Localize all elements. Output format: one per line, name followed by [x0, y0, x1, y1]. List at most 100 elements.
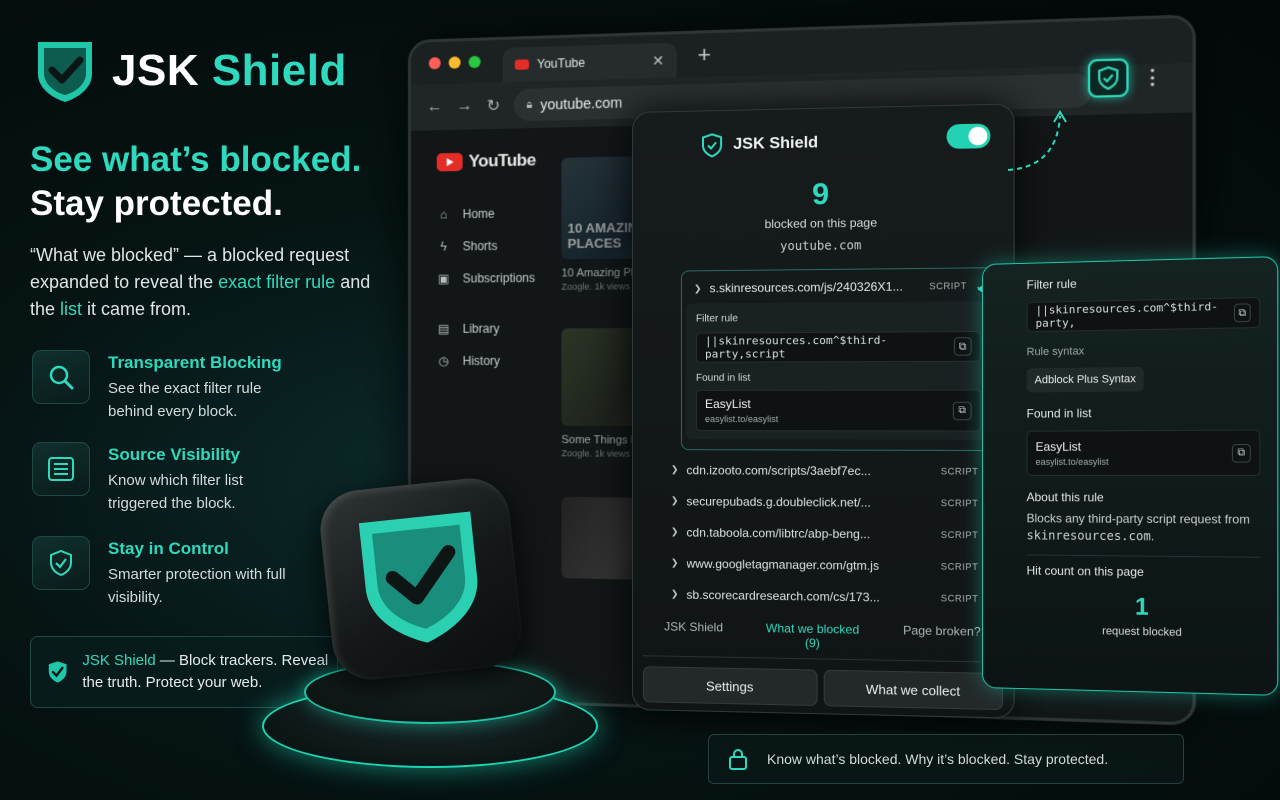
back-arrow-icon[interactable]: ←	[427, 98, 443, 116]
intro-part3: it came from.	[82, 299, 192, 319]
lock-icon: 🔒︎	[526, 98, 533, 111]
feature-title: Stay in Control	[108, 539, 229, 558]
subscriptions-icon: ▣	[438, 271, 450, 286]
copy-icon[interactable]: ⧉	[953, 337, 972, 356]
divider	[1026, 554, 1261, 558]
blocked-request-row[interactable]: ❯ sb.scorecardresearch.com/cs/173... SCR…	[671, 578, 995, 614]
feature-desc: Know which filter list triggered the blo…	[108, 472, 244, 512]
reload-icon[interactable]: ↻	[487, 96, 500, 117]
request-url: cdn.izooto.com/scripts/3aebf7ec...	[686, 462, 871, 478]
sidebar-item-shorts[interactable]: ϟ Shorts	[437, 229, 552, 263]
browser-menu-icon[interactable]: ⋮	[1142, 66, 1162, 89]
rule-detail-panel: Filter rule ||skinresources.com^$third-p…	[982, 256, 1279, 696]
copy-icon[interactable]: ⧉	[1233, 303, 1251, 323]
blocked-summary: 9 blocked on this page youtube.com	[633, 174, 1014, 255]
blocked-count: 9	[812, 177, 830, 212]
found-in-label: Found in list	[695, 372, 751, 384]
protection-toggle[interactable]	[946, 123, 991, 149]
about-rule-end: .	[1150, 529, 1155, 544]
shield-check-icon	[358, 511, 478, 643]
request-url: securepubads.g.doubleclick.net/...	[686, 493, 871, 510]
filter-rule-box: ||skinresources.com^$third-party, ⧉	[1026, 296, 1261, 333]
minimize-window-dot[interactable]	[448, 56, 461, 69]
request-type: SCRIPT	[940, 592, 979, 604]
sidebar-item-library[interactable]: ▤ Library	[437, 312, 552, 345]
tab-page-broken[interactable]: Page broken?	[903, 623, 981, 653]
tab-count: (9)	[804, 635, 820, 651]
what-we-collect-button[interactable]: What we collect	[823, 669, 1004, 711]
chevron-right-icon: ❯	[670, 557, 679, 568]
request-url: www.googletagmanager.com/gtm.js	[686, 556, 880, 573]
shield-check-icon	[1097, 66, 1120, 90]
chevron-right-icon: ❯	[670, 495, 679, 506]
shield-check-icon	[50, 549, 72, 577]
list-name: EasyList	[704, 396, 751, 411]
copy-icon[interactable]: ⧉	[1231, 443, 1251, 463]
close-tab-icon[interactable]: ✕	[652, 52, 664, 70]
tab-youtube[interactable]: YouTube ✕	[502, 42, 677, 83]
toggle-knob	[968, 126, 988, 146]
tab-jsk-shield[interactable]: JSK Shield	[664, 620, 723, 649]
blocked-request-row[interactable]: ❯ securepubads.g.doubleclick.net/... SCR…	[671, 485, 995, 519]
tab-what-we-blocked[interactable]: What we blocked (9)	[766, 621, 859, 651]
about-rule-desc: Blocks any third-party script request fr…	[1026, 511, 1250, 527]
blocked-request-header[interactable]: ❯ s.skinresources.com/js/240326X1... SCR…	[682, 268, 996, 303]
filter-list-box: EasyList easylist.to/easylist ⧉	[695, 389, 982, 432]
blocked-request-row[interactable]: ❯ cdn.taboola.com/libtrc/abp-beng... SCR…	[671, 516, 995, 550]
extension-popup: JSK Shield 9 blocked on this page youtub…	[632, 103, 1015, 719]
youtube-logo[interactable]: YouTube	[436, 150, 552, 173]
filter-rule-box: ||skinresources.com^$third-party,script …	[695, 330, 982, 363]
youtube-play-icon	[436, 152, 463, 172]
chevron-right-icon: ❯	[670, 464, 679, 475]
feature-icon-box	[32, 350, 90, 404]
feature-icon-box	[32, 442, 90, 496]
blocked-request-row[interactable]: ❯ cdn.izooto.com/scripts/3aebf7ec... SCR…	[671, 454, 995, 487]
brand-name-part1: JSK	[112, 46, 200, 95]
address-url: youtube.com	[540, 94, 623, 113]
request-type: SCRIPT	[940, 529, 979, 540]
tab-label: What we blocked	[765, 621, 860, 637]
brand-name: JSK Shield	[112, 46, 347, 96]
blocked-request-list: ❯ cdn.izooto.com/scripts/3aebf7ec... SCR…	[633, 454, 1014, 615]
tagline-brand: JSK Shield	[82, 652, 156, 669]
copy-icon[interactable]: ⧉	[952, 401, 972, 420]
library-icon: ▤	[438, 321, 450, 336]
request-type: SCRIPT	[929, 280, 967, 292]
feature-desc: See the exact filter rule behind every b…	[108, 380, 262, 420]
list-url: easylist.to/easylist	[704, 414, 779, 425]
close-window-dot[interactable]	[428, 56, 441, 70]
filter-rule-text: ||skinresources.com^$third-party,	[1035, 299, 1219, 331]
sidebar-item-home[interactable]: ⌂ Home	[437, 197, 552, 231]
list-icon	[48, 457, 74, 481]
feature-source-visibility: Source Visibility Know which filter list…	[32, 442, 298, 515]
feature-stay-in-control: Stay in Control Smarter protection with …	[32, 536, 298, 609]
history-icon: ◷	[438, 353, 449, 368]
list-name: EasyList	[1035, 439, 1082, 454]
shield-logo-icon	[38, 42, 92, 102]
forward-arrow-icon[interactable]: →	[457, 97, 473, 116]
settings-button[interactable]: Settings	[642, 666, 818, 707]
blocked-request-row[interactable]: ❯ www.googletagmanager.com/gtm.js SCRIPT…	[671, 547, 995, 582]
page-domain: youtube.com	[780, 238, 862, 254]
sidebar-item-label: Shorts	[462, 238, 498, 254]
sidebar-item-subscriptions[interactable]: ▣ Subscriptions	[437, 261, 552, 294]
popup-title: JSK Shield	[733, 134, 819, 154]
feature-title: Transparent Blocking	[108, 353, 282, 372]
headline-line1: See what’s blocked.	[30, 140, 362, 179]
about-rule-label: About this rule	[1026, 490, 1104, 505]
bottom-tagline: Know what’s blocked. Why it’s blocked. S…	[708, 734, 1184, 784]
headline: See what’s blocked. Stay protected.	[30, 138, 361, 226]
rule-syntax-badge: Adblock Plus Syntax	[1026, 366, 1145, 393]
new-tab-button[interactable]: +	[698, 41, 711, 68]
sidebar-item-history[interactable]: ◷ History	[437, 345, 552, 377]
list-url: easylist.to/easylist	[1035, 456, 1109, 467]
bottom-tagline-text: Know what’s blocked. Why it’s blocked. S…	[767, 751, 1109, 767]
found-in-label: Found in list	[1026, 406, 1092, 421]
hit-count-unit: request blocked	[1102, 625, 1182, 639]
youtube-favicon-icon	[514, 59, 529, 70]
maximize-window-dot[interactable]	[468, 55, 481, 69]
extension-button[interactable]	[1087, 58, 1129, 98]
rule-syntax-label: Rule syntax	[1026, 345, 1085, 359]
magnifier-icon	[49, 365, 74, 390]
feature-title: Source Visibility	[108, 445, 240, 464]
